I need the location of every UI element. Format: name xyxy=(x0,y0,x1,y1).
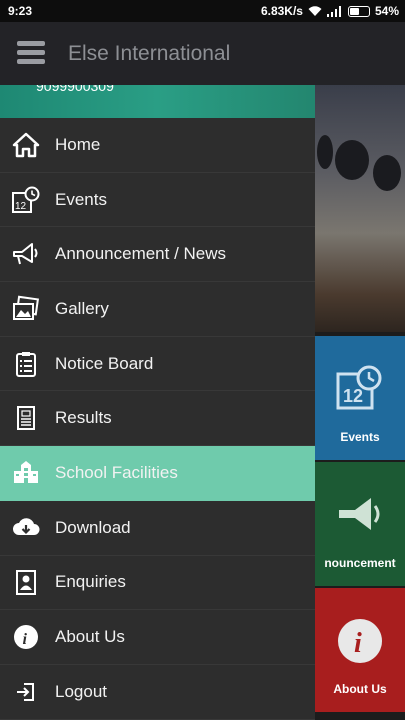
megaphone-icon xyxy=(13,243,38,265)
drawer-item-logout[interactable]: Logout xyxy=(0,665,315,720)
info-icon: i xyxy=(338,619,382,663)
drawer-item-label: Announcement / News xyxy=(55,244,227,264)
drawer-item-label: Results xyxy=(55,408,112,428)
logout-icon xyxy=(17,682,34,701)
drawer-item-announcement[interactable]: Announcement / News xyxy=(0,227,315,283)
network-speed: 6.83K/s xyxy=(260,4,303,18)
drawer-phone-number: 9099900309 xyxy=(36,85,114,94)
app-title: Else International xyxy=(68,42,231,65)
signal-icon xyxy=(326,5,341,17)
drawer-header: 9099900309 xyxy=(0,85,315,118)
events-tile[interactable]: 12 Events xyxy=(315,336,405,460)
navigation-drawer: 9099900309 Home 12 Events Announcement /… xyxy=(0,85,315,720)
svg-text:i: i xyxy=(23,631,28,648)
drawer-item-results[interactable]: Results xyxy=(0,391,315,447)
status-time: 9:23 xyxy=(8,4,33,18)
battery-icon xyxy=(347,5,370,17)
events-tile-label: Events xyxy=(340,430,380,444)
app-toolbar: Else International xyxy=(0,22,405,85)
drawer-item-events[interactable]: 12 Events xyxy=(0,173,315,228)
enquiry-icon xyxy=(16,570,36,596)
drawer-item-label: Download xyxy=(55,517,131,537)
menu-icon[interactable] xyxy=(17,41,45,65)
drawer-item-label: Home xyxy=(55,134,101,154)
app-screen: 9:23 6.83K/s 54% Else International 12 E… xyxy=(0,0,405,720)
svg-text:12: 12 xyxy=(343,386,363,406)
drawer-item-label: Notice Board xyxy=(55,353,154,373)
results-icon xyxy=(17,406,35,431)
status-right: 6.83K/s 54% xyxy=(261,4,399,18)
clipboard-icon xyxy=(16,351,36,377)
calendar-icon: 12 xyxy=(12,186,40,213)
drawer-item-school-facilities[interactable]: School Facilities xyxy=(0,446,315,501)
info-icon: i xyxy=(14,625,38,650)
drawer-item-gallery[interactable]: Gallery xyxy=(0,282,315,337)
drawer-item-notice-board[interactable]: Notice Board xyxy=(0,337,315,392)
wifi-icon xyxy=(308,5,322,16)
calendar-icon: 12 xyxy=(336,365,382,410)
drawer-item-label: Logout xyxy=(55,681,107,701)
building-icon xyxy=(14,460,38,483)
about-tile[interactable]: i About Us xyxy=(315,588,405,712)
svg-text:i: i xyxy=(354,628,362,659)
megaphone-icon xyxy=(339,498,380,530)
svg-text:12: 12 xyxy=(15,201,27,212)
about-tile-label: About Us xyxy=(333,682,387,696)
drawer-menu: Home 12 Events Announcement / News Galle… xyxy=(0,118,315,720)
battery-percent: 54% xyxy=(374,4,399,18)
banner-photo xyxy=(315,85,405,332)
status-bar: 9:23 6.83K/s 54% xyxy=(0,0,405,22)
drawer-item-label: Events xyxy=(55,189,107,209)
battery-fill xyxy=(349,7,360,15)
announcement-tile-label: nouncement xyxy=(324,556,396,570)
drawer-item-label: Enquiries xyxy=(55,572,126,592)
drawer-item-label: Gallery xyxy=(55,298,109,318)
drawer-item-label: School Facilities xyxy=(55,462,178,482)
drawer-item-home[interactable]: Home xyxy=(0,118,315,173)
cloud-download-icon xyxy=(13,517,40,535)
drawer-item-about-us[interactable]: i About Us xyxy=(0,610,315,665)
drawer-item-label: About Us xyxy=(55,627,125,647)
drawer-item-enquiries[interactable]: Enquiries xyxy=(0,556,315,611)
gallery-icon xyxy=(13,295,40,320)
announcement-tile[interactable]: nouncement xyxy=(315,462,405,586)
home-icon xyxy=(12,132,40,158)
drawer-item-download[interactable]: Download xyxy=(0,501,315,556)
